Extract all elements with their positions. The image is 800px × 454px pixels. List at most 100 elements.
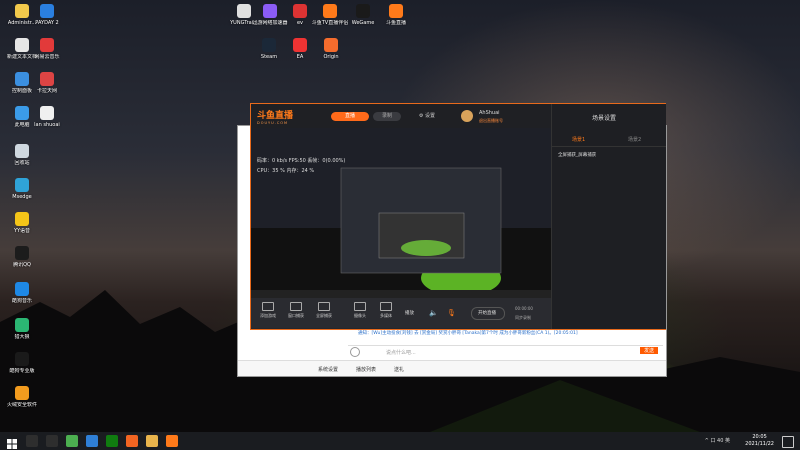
desktop-icon[interactable]: 斗鱼直播 [376, 4, 416, 26]
app-icon [293, 4, 307, 18]
taskbar-app-icon[interactable] [166, 435, 178, 447]
gift-link[interactable]: 送礼 [394, 366, 404, 373]
preview-screen [251, 128, 551, 298]
desktop-icon-label: YY语音 [13, 228, 31, 234]
source-tool-button[interactable]: 摄像头 [347, 302, 373, 319]
stream-stats: 码率：0 kb/s FPS:50 丢帧：0(0.00%) CPU：35 % 内存… [257, 156, 345, 176]
desktop-icon[interactable]: 酷狗音乐 [2, 282, 42, 304]
app-icon [356, 4, 370, 18]
desktop-icon[interactable]: Origin [311, 38, 351, 60]
taskbar: ^ 口 40 英 20:05 2021/11/22 [0, 432, 800, 450]
desktop-icon[interactable]: 火绒安全软件 [2, 386, 42, 408]
avatar[interactable] [461, 110, 473, 122]
app-icon [263, 4, 277, 18]
desktop-icon[interactable]: PAYDAY 2 [27, 4, 67, 26]
app-icon [40, 106, 54, 120]
desktop-icon-label: 酷狗音乐 [11, 298, 32, 304]
volume-label: 播放 [405, 311, 414, 316]
taskbar-app-icon[interactable] [66, 435, 78, 447]
stream-preview: 码率：0 kb/s FPS:50 丢帧：0(0.00%) CPU：35 % 内存… [251, 128, 551, 298]
stats-bitrate-fps: 码率：0 kb/s FPS:50 丢帧：0(0.00%) [257, 158, 346, 164]
app-icon [293, 38, 307, 52]
logout-link[interactable]: 退出直播账号 [479, 118, 503, 124]
desktop-icon-label: PAYDAY 2 [35, 20, 59, 26]
desktop-icon-label: 回收站 [14, 160, 30, 166]
source-tool-label: 摄像头 [354, 313, 366, 318]
app-icon [237, 4, 251, 18]
scene-panel: 场景设置 场景1 场景2 全屏捕获_屏幕捕获 [551, 104, 666, 329]
source-tool-icon [318, 302, 330, 311]
taskbar-clock[interactable]: 20:05 2021/11/22 [745, 434, 774, 448]
emoji-icon[interactable] [350, 347, 360, 357]
douyu-logo: 斗鱼直播 DOUYU.COM [257, 108, 293, 125]
desktop-icon[interactable]: 卡拉天网 [27, 72, 67, 94]
sync-record-checkbox[interactable]: 同步录制 [515, 315, 531, 321]
taskbar-app-icon[interactable] [146, 435, 158, 447]
desktop-icon-label: Msedge [12, 194, 32, 200]
app-icon [15, 282, 29, 296]
desktop-icon-label: 猎大狼 [14, 334, 30, 340]
microphone-icon[interactable]: 🎙 [447, 309, 456, 317]
tab-scene-2[interactable]: 场景2 [628, 136, 641, 143]
source-tool-label: 多媒体 [380, 313, 392, 318]
username: AhShuai [479, 110, 500, 116]
taskbar-app-icon[interactable] [86, 435, 98, 447]
send-button[interactable]: 发送 [640, 347, 659, 354]
source-tool-label: 添加游戏 [260, 313, 276, 318]
tab-live[interactable]: 直播 [331, 112, 369, 121]
desktop-icon[interactable]: lan shuoai [27, 106, 67, 128]
app-icon [15, 178, 29, 192]
desktop-icon-label: 网易云音乐 [34, 54, 60, 60]
stats-cpu-memory: CPU：35 % 内存：24 % [257, 168, 315, 174]
tab-scene-1[interactable]: 场景1 [572, 136, 585, 143]
taskbar-app-icon[interactable] [126, 435, 138, 447]
desktop-icon[interactable]: 酷狗专业版 [2, 352, 42, 374]
app-icon [15, 318, 29, 332]
desktop-icon[interactable]: 腾讯QQ [2, 246, 42, 268]
desktop-icon[interactable]: 猎大狼 [2, 318, 42, 340]
app-icon [40, 4, 54, 18]
start-live-label: 开始直播 [478, 311, 496, 316]
app-icon [40, 38, 54, 52]
chat-input[interactable]: 说点什么吧... [386, 349, 416, 356]
system-tray[interactable]: ^ 口 40 英 [705, 437, 730, 444]
notification-icon[interactable] [782, 436, 794, 448]
scene-tabs: 场景1 场景2 [552, 132, 666, 147]
desktop-icon[interactable]: YY语音 [2, 212, 42, 234]
desktop-icon[interactable]: 回收站 [2, 144, 42, 166]
speaker-icon[interactable]: 🔈 [429, 309, 438, 317]
clock-date: 2021/11/22 [745, 441, 774, 447]
desktop-icon-label: 腾讯QQ [13, 262, 31, 268]
gear-icon: ⚙ [418, 113, 424, 119]
desktop-icon[interactable]: 网易云音乐 [27, 38, 67, 60]
taskbar-app-icon[interactable] [26, 435, 38, 447]
desktop-icon-label: 卡拉天网 [36, 88, 57, 94]
taskbar-app-icon[interactable] [106, 435, 118, 447]
source-tool-button[interactable]: 全屏捕获 [311, 302, 337, 319]
logo-text: 斗鱼直播 [257, 111, 294, 121]
desktop-icon[interactable]: Msedge [2, 178, 42, 200]
windows-start-icon[interactable] [6, 435, 18, 449]
settings-button[interactable]: ⚙ 设置 [411, 112, 443, 121]
app-icon [15, 212, 29, 226]
source-tool-icon [290, 302, 302, 311]
app-icon [15, 386, 29, 400]
source-tool-icon [262, 302, 274, 311]
douyu-broadcaster-window: 斗鱼直播 DOUYU.COM 直播 录制 ⚙ 设置 AhShuai 退出直播账号 [250, 103, 666, 330]
chat-system-message: 通知：[Wu]主动投食[刘钱] 去 [赏金局] 奖赏小胖哥 [Tanaka]第7… [358, 331, 578, 336]
app-icon [262, 38, 276, 52]
logo-subtext: DOUYU.COM [257, 121, 289, 125]
source-tool-icon [354, 302, 366, 311]
scene-source-item[interactable]: 全屏捕获_屏幕捕获 [558, 152, 596, 158]
start-live-button[interactable]: 开始直播 [471, 307, 505, 320]
scene-panel-title: 场景设置 [592, 115, 617, 122]
desktop-icon-label: 酷狗专业版 [9, 368, 35, 374]
source-tool-button[interactable]: 多媒体 [373, 302, 399, 319]
tab-record[interactable]: 录制 [373, 112, 401, 121]
source-tool-button[interactable]: 添加游戏 [255, 302, 281, 319]
app-icon [15, 144, 29, 158]
taskbar-app-icon[interactable] [46, 435, 58, 447]
system-settings-link[interactable]: 系统设置 [318, 366, 338, 373]
playlist-link[interactable]: 播放列表 [356, 366, 376, 373]
source-tool-button[interactable]: 窗口捕获 [283, 302, 309, 319]
